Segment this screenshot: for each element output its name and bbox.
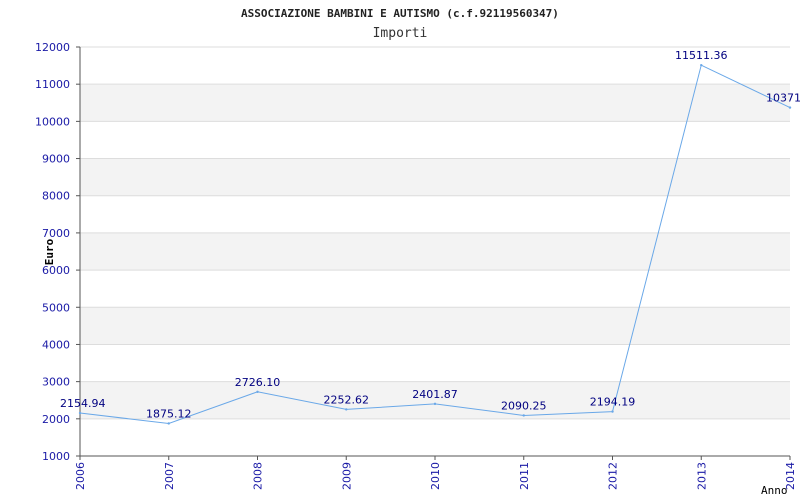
data-point [433,402,437,406]
data-label: 1875.12 [146,407,192,420]
x-tick-label: 2008 [252,462,265,490]
data-point [167,422,170,425]
data-label: 2090.25 [501,399,547,412]
line-chart: 1000200030004000500060007000800090001000… [35,7,800,497]
chart-title: ASSOCIAZIONE BAMBINI E AUTISMO (c.f.9211… [241,7,559,20]
x-tick-label: 2011 [518,462,531,490]
x-tick-label: 2009 [340,462,353,490]
background-band [80,158,790,196]
x-tick-label: 2006 [74,462,87,490]
data-point [788,106,792,109]
y-tick-label: 4000 [42,338,70,351]
y-tick-label: 9000 [42,153,70,166]
chart: 1000 2000 3000 4000 5000 6000 7000 8000 9000 1000… [0,0,800,500]
x-axis-label: Anno [761,484,788,497]
data-label: 10371.0 [766,92,800,105]
x-tick-label: 2013 [695,462,708,490]
y-tick-label: 12000 [35,41,70,54]
y-tick-label: 3000 [42,376,70,389]
data-label: 2154.94 [60,397,106,410]
data-point [78,411,82,415]
data-label: 2726.10 [235,376,281,389]
background-band [80,307,790,345]
y-tick-label: 2000 [42,413,70,426]
background-band [80,84,790,122]
y-tick-label: 8000 [42,190,70,203]
x-tick-label: 2007 [163,462,176,490]
data-point [611,410,614,413]
data-label: 2252.62 [324,393,370,406]
x-tick-labels: 2006 2007 2008 2009 2010 2011 2012 2013 2014 [74,462,797,490]
y-tick-label: 5000 [42,301,70,314]
chart-subtitle: Importi [373,26,428,41]
background-band [80,232,790,271]
data-label: 11511.36 [675,49,728,62]
y-tick-label: 11000 [35,78,70,91]
x-tick-label: 2010 [429,462,442,490]
data-point [522,414,525,417]
data-point [700,63,703,67]
data-point [256,390,259,394]
y-tick-label: 10000 [35,115,70,128]
data-label: 2401.87 [412,388,458,401]
y-axis-label: Euro [43,238,56,265]
y-tick-label: 7000 [42,227,70,240]
x-tick-label: 2012 [607,462,620,490]
data-label: 2194.19 [590,396,636,409]
y-tick-label: 1000 [42,450,70,463]
data-point [345,408,348,411]
